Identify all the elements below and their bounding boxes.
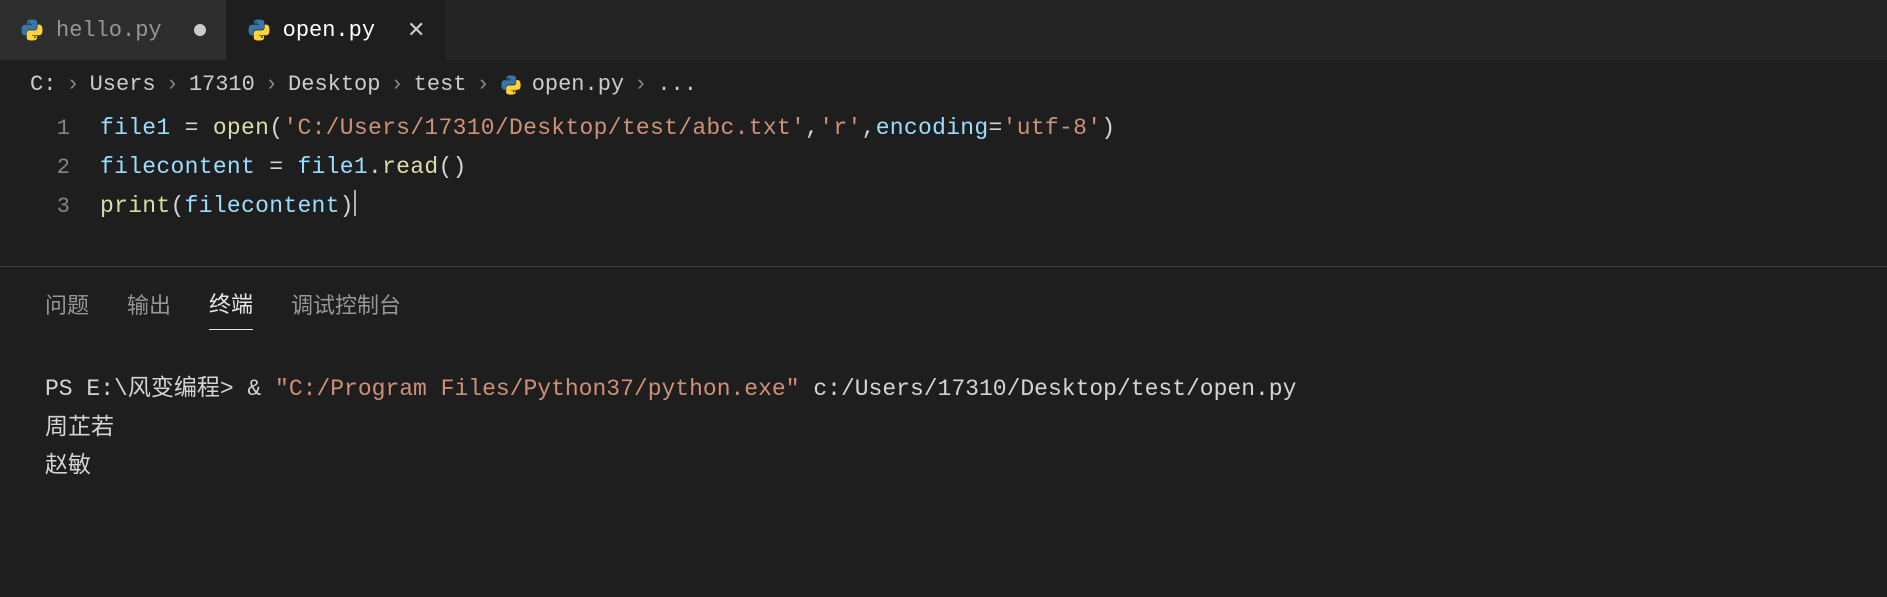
code-content[interactable]: print(filecontent) <box>100 187 356 225</box>
dirty-indicator-icon <box>194 24 206 36</box>
code-line[interactable]: 2filecontent = file1.read() <box>0 148 1887 187</box>
python-file-icon <box>500 74 522 96</box>
chevron-right-icon: › <box>265 72 278 97</box>
code-content[interactable]: filecontent = file1.read() <box>100 148 467 186</box>
breadcrumb-tail[interactable]: ... <box>657 72 697 97</box>
terminal-output[interactable]: PS E:\风变编程> & "C:/Program Files/Python37… <box>45 370 1842 484</box>
tab-output[interactable]: 输出 <box>127 288 171 330</box>
chevron-right-icon: › <box>476 72 489 97</box>
breadcrumb-segment[interactable]: C: <box>30 72 56 97</box>
line-number: 3 <box>0 188 100 226</box>
close-icon[interactable]: ✕ <box>407 17 425 43</box>
tab-terminal[interactable]: 终端 <box>209 287 253 330</box>
terminal-line: 赵敏 <box>45 446 1842 484</box>
text-cursor <box>354 190 356 216</box>
chevron-right-icon: › <box>634 72 647 97</box>
panel-tabs: 问题 输出 终端 调试控制台 <box>45 287 1842 330</box>
code-content[interactable]: file1 = open('C:/Users/17310/Desktop/tes… <box>100 109 1115 147</box>
code-line[interactable]: 3print(filecontent) <box>0 187 1887 226</box>
chevron-right-icon: › <box>166 72 179 97</box>
line-number: 2 <box>0 149 100 187</box>
breadcrumb-segment[interactable]: 17310 <box>189 72 255 97</box>
line-number: 1 <box>0 110 100 148</box>
breadcrumb-file[interactable]: open.py <box>532 72 624 97</box>
breadcrumb-segment[interactable]: test <box>414 72 467 97</box>
tab-open-py[interactable]: open.py ✕ <box>227 0 447 60</box>
terminal-line: PS E:\风变编程> & "C:/Program Files/Python37… <box>45 370 1842 408</box>
editor-tabs: hello.py open.py ✕ <box>0 0 1887 60</box>
code-editor[interactable]: 1file1 = open('C:/Users/17310/Desktop/te… <box>0 109 1887 246</box>
tab-debug-console[interactable]: 调试控制台 <box>291 288 401 330</box>
tab-label: hello.py <box>56 18 162 43</box>
tab-problems[interactable]: 问题 <box>45 288 89 330</box>
code-line[interactable]: 1file1 = open('C:/Users/17310/Desktop/te… <box>0 109 1887 148</box>
python-file-icon <box>247 18 271 42</box>
breadcrumb-segment[interactable]: Desktop <box>288 72 380 97</box>
breadcrumb: C: › Users › 17310 › Desktop › test › op… <box>0 60 1887 109</box>
tab-hello-py[interactable]: hello.py <box>0 0 227 60</box>
tab-label: open.py <box>283 18 375 43</box>
chevron-right-icon: › <box>66 72 79 97</box>
bottom-panel: 问题 输出 终端 调试控制台 PS E:\风变编程> & "C:/Program… <box>0 267 1887 484</box>
breadcrumb-segment[interactable]: Users <box>90 72 156 97</box>
terminal-line: 周芷若 <box>45 408 1842 446</box>
chevron-right-icon: › <box>390 72 403 97</box>
python-file-icon <box>20 18 44 42</box>
